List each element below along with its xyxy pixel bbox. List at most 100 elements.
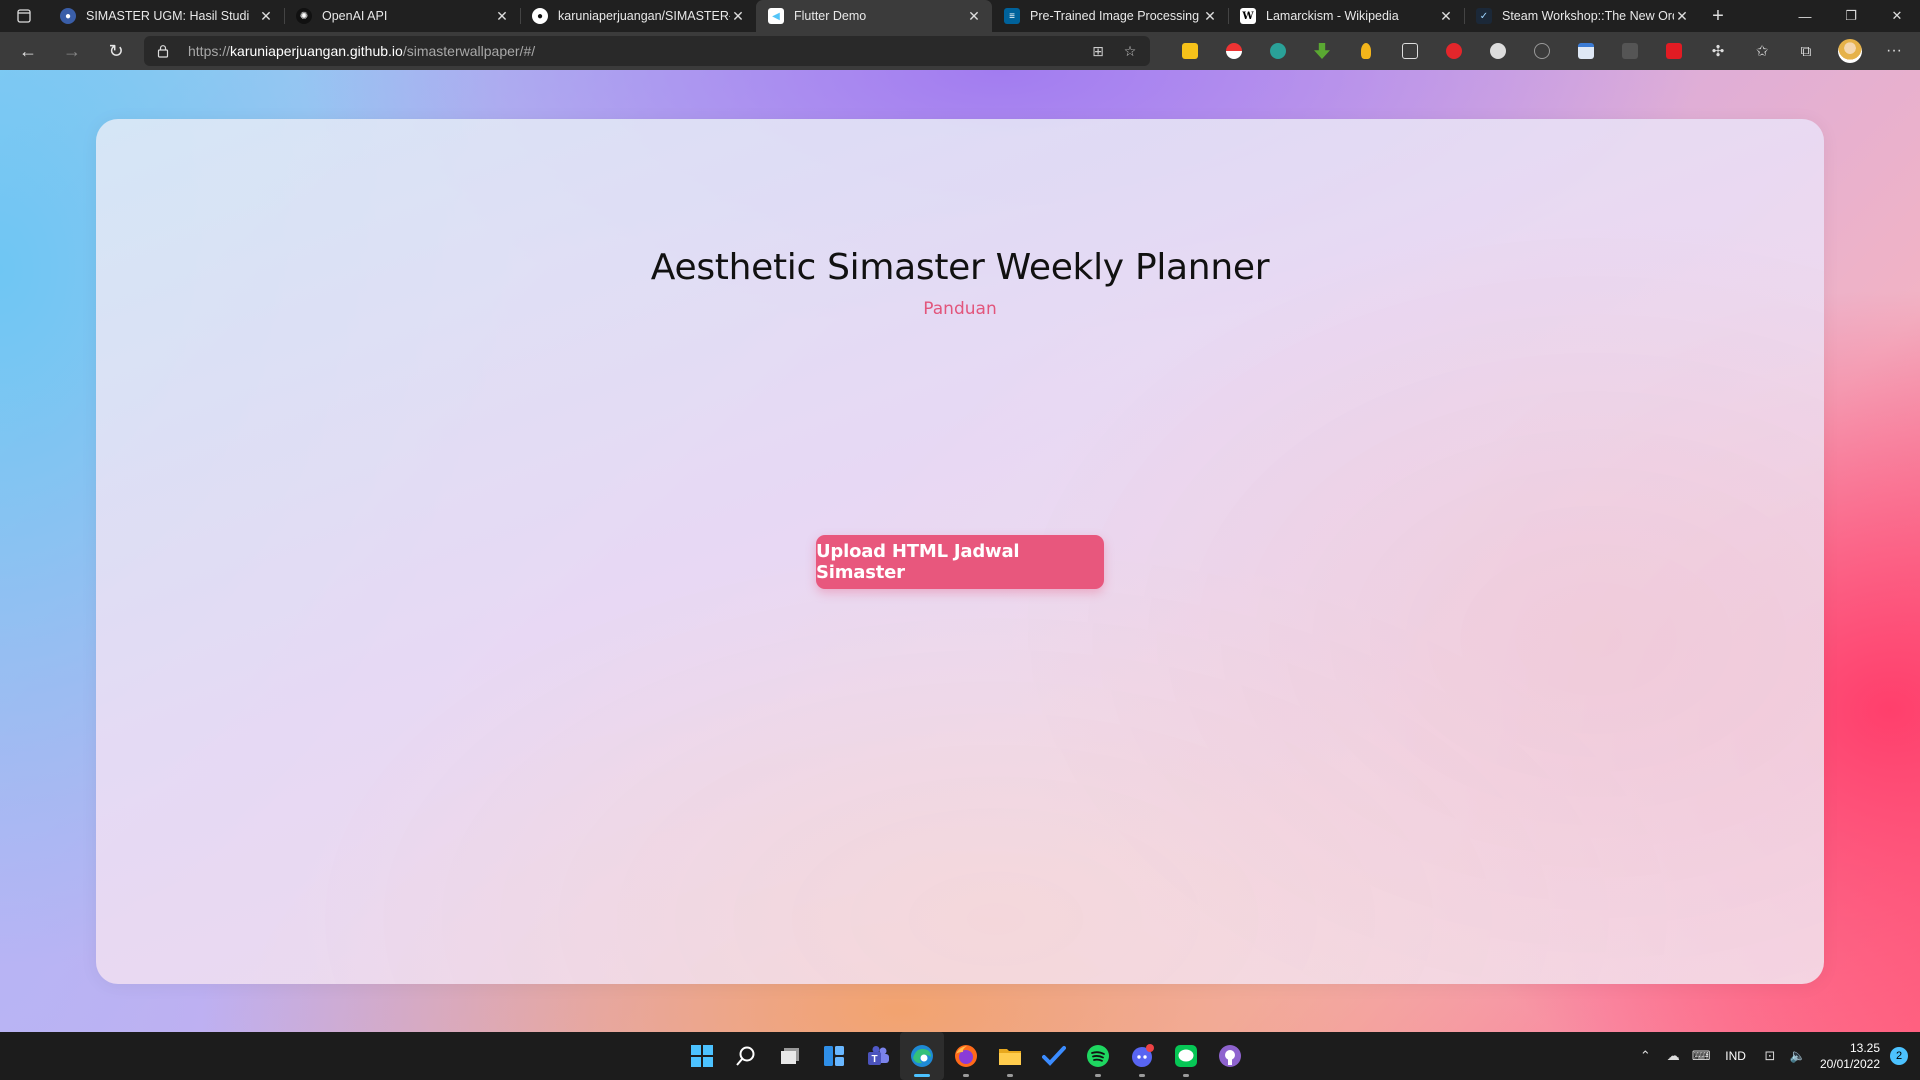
robot-ext-icon — [1402, 43, 1418, 59]
refresh-button[interactable]: ↻ — [94, 35, 138, 67]
close-tab-icon[interactable]: ✕ — [258, 8, 274, 25]
back-button[interactable]: ← — [6, 35, 50, 67]
extension-button[interactable] — [1212, 35, 1256, 67]
new-tab-button[interactable]: + — [1700, 0, 1736, 32]
tab-title: Steam Workshop::The New Orde — [1502, 9, 1674, 23]
github-ext-icon — [1490, 43, 1506, 59]
tab-github[interactable]: ● karuniaperjuangan/SIMASTER-W ✕ — [520, 0, 756, 32]
extension-button[interactable] — [1520, 35, 1564, 67]
todo-button[interactable] — [1032, 1032, 1076, 1080]
running-indicator — [1139, 1074, 1145, 1077]
file-explorer-button[interactable] — [988, 1032, 1032, 1080]
running-indicator — [1183, 1074, 1189, 1077]
simaster-favicon-icon: ● — [60, 8, 76, 24]
extensions-button[interactable]: ✣ — [1696, 35, 1740, 67]
discord-button[interactable] — [1120, 1032, 1164, 1080]
tab-steam[interactable]: ✓ Steam Workshop::The New Orde ✕ — [1464, 0, 1700, 32]
volume-icon[interactable]: 🔈 — [1784, 1048, 1812, 1064]
extension-button[interactable] — [1608, 35, 1652, 67]
circle-ext-icon — [1534, 43, 1550, 59]
close-tab-icon[interactable]: ✕ — [966, 8, 982, 25]
translate-ext-icon — [1622, 43, 1638, 59]
guide-link[interactable]: Panduan — [96, 299, 1824, 319]
widgets-button[interactable] — [812, 1032, 856, 1080]
close-tab-icon[interactable]: ✕ — [494, 8, 510, 25]
search-icon — [736, 1046, 755, 1066]
pdf-ext-icon — [1446, 43, 1462, 59]
puzzle-icon: ✣ — [1711, 43, 1725, 60]
minimize-button[interactable]: — — [1782, 0, 1828, 32]
tab-simaster[interactable]: ● SIMASTER UGM: Hasil Studi ✕ — [48, 0, 284, 32]
search-button[interactable] — [724, 1032, 768, 1080]
plus-icon: + — [1712, 4, 1724, 27]
close-window-button[interactable]: ✕ — [1874, 0, 1920, 32]
firefox-button[interactable] — [944, 1032, 988, 1080]
url-path: /simasterwallpaper/#/ — [402, 43, 536, 59]
keyboard-icon[interactable]: ⌨ — [1687, 1048, 1715, 1064]
tab-wikipedia[interactable]: W Lamarckism - Wikipedia ✕ — [1228, 0, 1464, 32]
show-hidden-icons-button[interactable]: ⌃ — [1631, 1048, 1659, 1064]
clock-date: 20/01/2022 — [1819, 1057, 1880, 1071]
clock[interactable]: 13.25 20/01/2022 — [1812, 1040, 1890, 1072]
close-tab-icon[interactable]: ✕ — [1674, 8, 1690, 25]
url-host: karuniaperjuangan.github.io — [230, 43, 403, 59]
add-favorite-icon[interactable]: ☆ — [1120, 41, 1140, 61]
extension-button[interactable] — [1168, 35, 1212, 67]
firefox-icon — [955, 1045, 977, 1067]
task-view-button[interactable] — [768, 1032, 812, 1080]
close-tab-icon[interactable]: ✕ — [730, 8, 746, 25]
app-available-icon[interactable]: ⊞ — [1088, 41, 1108, 61]
extension-button[interactable] — [1432, 35, 1476, 67]
windows-start-icon — [691, 1045, 713, 1067]
line-button[interactable] — [1164, 1032, 1208, 1080]
notification-badge[interactable]: 2 — [1890, 1047, 1908, 1065]
window-controls: — ❐ ✕ — [1782, 0, 1920, 32]
tab-title: Pre-Trained Image Processing Tr — [1030, 9, 1202, 23]
bulb-ext-icon — [1361, 43, 1371, 59]
network-icon[interactable]: ⊡ — [1756, 1048, 1784, 1064]
tab-flutter-demo[interactable]: ◀ Flutter Demo ✕ — [756, 0, 992, 32]
collections-button[interactable]: ⧉ — [1784, 35, 1828, 67]
upload-schedule-button[interactable]: Upload HTML Jadwal Simaster — [816, 535, 1104, 589]
extensions-row: ✣ ✩ ⧉ ··· — [1168, 35, 1916, 67]
start-button[interactable] — [680, 1032, 724, 1080]
tab-title: OpenAI API — [322, 9, 388, 23]
address-bar[interactable]: https://karuniaperjuangan.github.io/sima… — [144, 36, 1150, 66]
extension-button[interactable] — [1652, 35, 1696, 67]
flutter-favicon-icon: ◀ — [768, 8, 784, 24]
extension-button[interactable] — [1388, 35, 1432, 67]
github-desktop-button[interactable] — [1208, 1032, 1252, 1080]
window-ext-icon — [1578, 43, 1594, 59]
page-viewport: Aesthetic Simaster Weekly Planner Pandua… — [0, 70, 1920, 1032]
edge-icon — [911, 1045, 933, 1067]
onedrive-cloud-icon[interactable]: ☁ — [1659, 1048, 1687, 1064]
edge-button[interactable] — [900, 1032, 944, 1080]
tab-actions-icon — [17, 9, 31, 23]
close-tab-icon[interactable]: ✕ — [1202, 8, 1218, 25]
system-tray: ⌃ ☁ ⌨ IND ⊡ 🔈 13.25 20/01/2022 2 — [1631, 1032, 1920, 1080]
settings-menu-button[interactable]: ··· — [1872, 35, 1916, 67]
running-indicator — [1095, 1074, 1101, 1077]
tab-actions-button[interactable] — [0, 0, 48, 32]
widgets-icon — [824, 1046, 844, 1066]
extension-button[interactable] — [1300, 35, 1344, 67]
restore-button[interactable]: ❐ — [1828, 0, 1874, 32]
arrow-left-icon: ← — [19, 40, 37, 61]
extension-button[interactable] — [1476, 35, 1520, 67]
teams-button[interactable]: T — [856, 1032, 900, 1080]
language-indicator[interactable]: IND — [1715, 1049, 1756, 1063]
extension-button[interactable] — [1256, 35, 1300, 67]
favorites-button[interactable]: ✩ — [1740, 35, 1784, 67]
close-tab-icon[interactable]: ✕ — [1438, 8, 1454, 25]
spotify-button[interactable] — [1076, 1032, 1120, 1080]
extension-button[interactable] — [1564, 35, 1608, 67]
forward-button[interactable]: → — [50, 35, 94, 67]
tab-ieee[interactable]: ≡ Pre-Trained Image Processing Tr ✕ — [992, 0, 1228, 32]
tab-openai[interactable]: ✺ OpenAI API ✕ — [284, 0, 520, 32]
tab-title: SIMASTER UGM: Hasil Studi — [86, 9, 250, 23]
profile-button[interactable] — [1828, 35, 1872, 67]
extension-button[interactable] — [1344, 35, 1388, 67]
refresh-icon: ↻ — [108, 40, 124, 61]
spotify-icon — [1087, 1045, 1109, 1067]
ieee-favicon-icon: ≡ — [1004, 8, 1020, 24]
